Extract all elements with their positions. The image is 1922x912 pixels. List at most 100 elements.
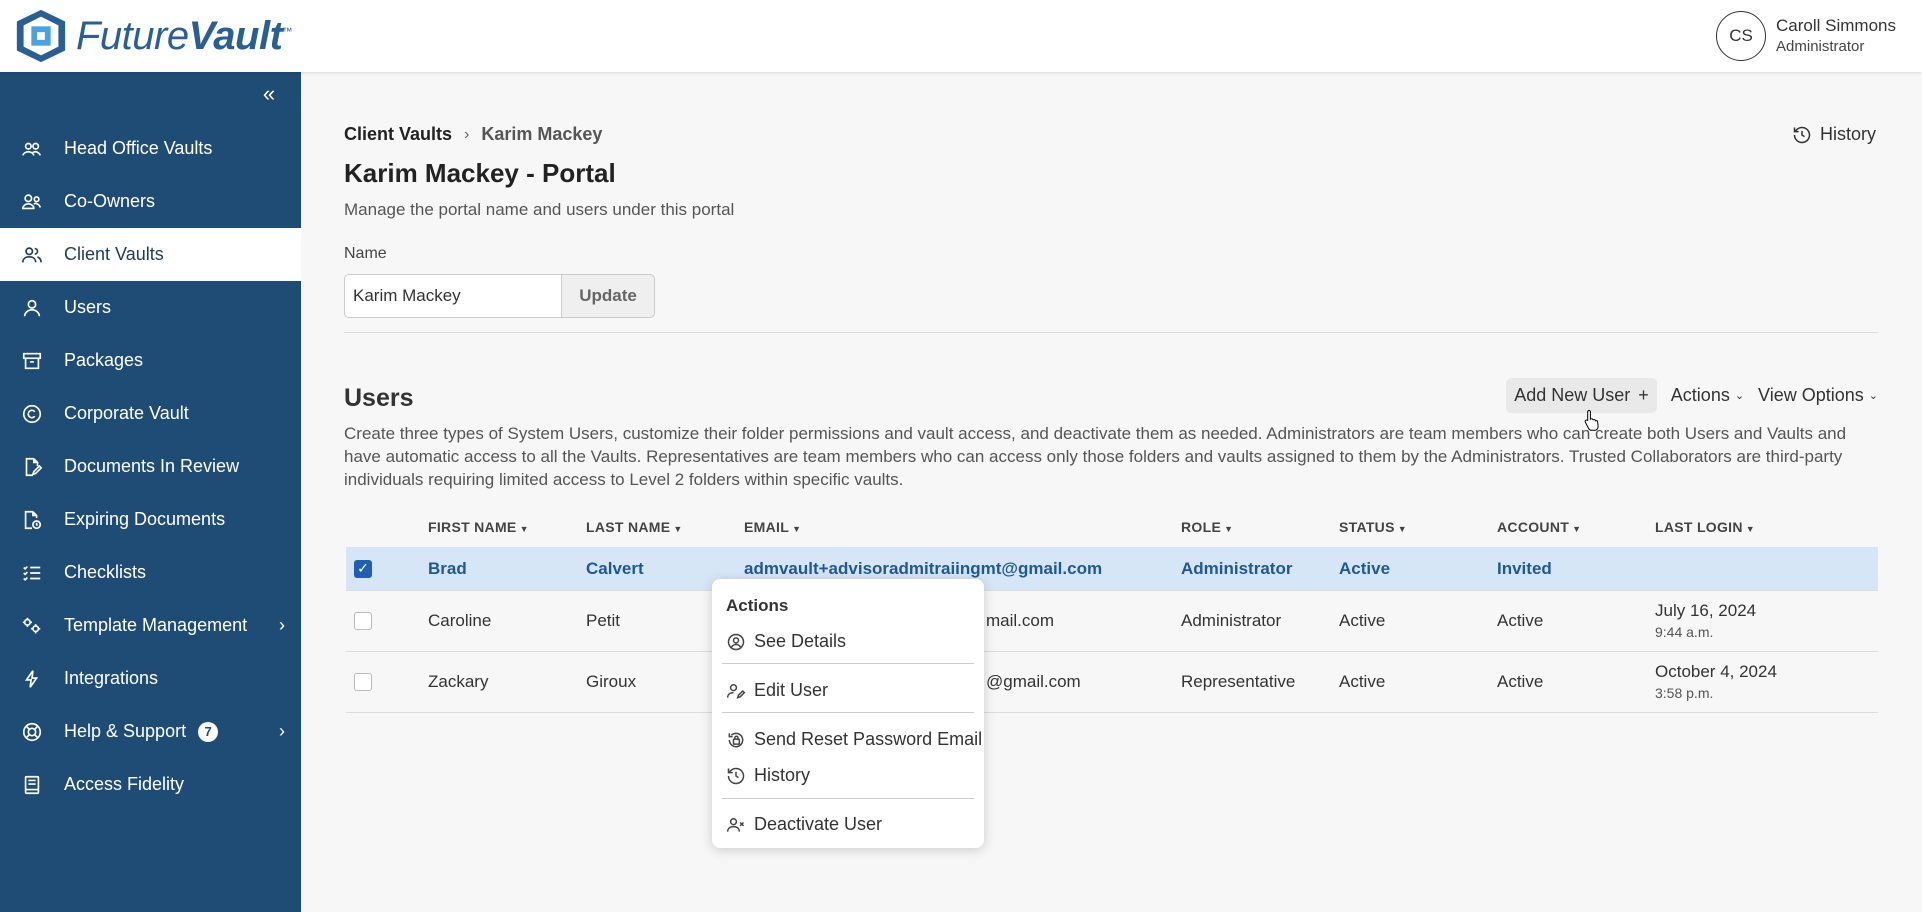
cell-role: Administrator xyxy=(1181,558,1293,578)
sidebar-item-co-owners[interactable]: Co-Owners xyxy=(0,175,301,228)
view-options-label: View Options xyxy=(1758,385,1864,405)
sidebar-item-label: Checklists xyxy=(64,562,147,582)
user-role: Administrator xyxy=(1776,38,1865,55)
cell-email: admvault+advisoradmitraiingmt@gmail.com xyxy=(744,558,1103,578)
table-row[interactable]: Zackary Giroux @gmail.com Representative… xyxy=(346,652,1878,713)
login-time: 9:44 a.m. xyxy=(1655,624,1714,640)
sidebar-item-label: Help & Support xyxy=(64,721,187,741)
checklist-icon xyxy=(20,561,44,585)
add-new-user-label: Add New User xyxy=(1514,385,1631,405)
document-clock-icon xyxy=(20,508,44,532)
sidebar-item-head-office-vaults[interactable]: Head Office Vaults xyxy=(0,122,301,175)
sidebar-item-client-vaults[interactable]: Client Vaults xyxy=(0,228,301,281)
book-icon xyxy=(20,773,44,797)
sidebar-item-expiring-documents[interactable]: Expiring Documents xyxy=(0,493,301,546)
sidebar-item-label: Users xyxy=(64,297,112,317)
sort-caret-icon: ▼ xyxy=(1745,524,1755,534)
sidebar-item-checklists[interactable]: Checklists xyxy=(0,546,301,599)
chevron-right-icon: › xyxy=(464,125,470,143)
table-row[interactable]: ✓ Brad Calvert admvault+advisoradmitraii… xyxy=(346,547,1878,591)
users-description: Create three types of System Users, cust… xyxy=(344,424,1847,489)
logo-wordmark: FutureVault™ xyxy=(76,13,292,58)
login-date: October 4, 2024 xyxy=(1655,662,1777,681)
menu-divider xyxy=(722,663,974,664)
menu-item-deactivate-user[interactable]: Deactivate User xyxy=(726,814,882,835)
column-header-first-name[interactable]: FIRST NAME ▼ xyxy=(428,519,586,535)
sidebar-item-access-fidelity[interactable]: Access Fidelity xyxy=(0,758,301,811)
sort-caret-icon: ▼ xyxy=(519,524,529,534)
sidebar-item-label: Co-Owners xyxy=(64,191,156,211)
menu-item-send-reset-password[interactable]: Send Reset Password Email xyxy=(726,729,982,750)
sidebar-item-users[interactable]: Users xyxy=(0,281,301,334)
column-header-role[interactable]: ROLE ▼ xyxy=(1181,519,1339,535)
view-options-dropdown[interactable]: View Options ⌄ xyxy=(1758,385,1878,406)
lifebuoy-icon xyxy=(20,720,44,744)
column-header-status[interactable]: STATUS ▼ xyxy=(1339,519,1497,535)
copyright-icon xyxy=(20,402,44,426)
avatar: CS xyxy=(1716,11,1767,61)
sidebar-item-packages[interactable]: Packages xyxy=(0,334,301,387)
cell-account: Active xyxy=(1497,611,1544,630)
collapse-sidebar-button[interactable]: « xyxy=(258,83,280,106)
sidebar-item-integrations[interactable]: Integrations xyxy=(0,652,301,705)
document-edit-icon xyxy=(20,455,44,479)
chevron-down-icon: ⌄ xyxy=(1734,390,1745,402)
cell-last-name: Calvert xyxy=(586,558,644,578)
update-button[interactable]: Update xyxy=(561,274,655,318)
cell-first-name: Caroline xyxy=(428,611,492,630)
sidebar-item-documents-in-review[interactable]: Documents In Review xyxy=(0,440,301,493)
portal-name-input[interactable] xyxy=(344,274,561,318)
table-header: FIRST NAME ▼ LAST NAME ▼ EMAIL ▼ ROLE ▼ STAT… xyxy=(346,507,1878,547)
cell-last-login: October 4, 2024 3:58 p.m. xyxy=(1655,661,1855,703)
sidebar-item-corporate-vault[interactable]: Corporate Vault xyxy=(0,387,301,440)
sort-caret-icon: ▼ xyxy=(1572,524,1582,534)
user-profile-menu[interactable]: CS Caroll Simmons Administrator xyxy=(1716,11,1896,61)
co-owners-icon xyxy=(20,190,44,214)
actions-dropdown[interactable]: Actions ⌄ xyxy=(1671,385,1744,406)
actions-label: Actions xyxy=(1670,385,1730,405)
users-toolbar: Add New User + Actions ⌄ View Options ⌄ xyxy=(1506,378,1878,413)
column-header-last-name[interactable]: LAST NAME ▼ xyxy=(586,519,744,535)
menu-item-see-details[interactable]: See Details xyxy=(726,631,846,652)
name-label: Name xyxy=(344,245,387,262)
add-new-user-button[interactable]: Add New User + xyxy=(1506,378,1657,413)
main-content: Client Vaults › Karim Mackey History Kar… xyxy=(301,72,1922,912)
history-button[interactable]: History xyxy=(1792,124,1876,145)
lock-reset-icon xyxy=(728,732,744,747)
history-icon xyxy=(1793,126,1811,143)
client-vaults-icon xyxy=(20,243,44,267)
cell-first-name: Zackary xyxy=(428,672,489,691)
cell-status: Active xyxy=(1339,611,1386,630)
lightning-icon xyxy=(20,667,44,691)
page-title: Karim Mackey - Portal xyxy=(344,158,616,188)
chevron-right-icon: › xyxy=(279,721,285,741)
column-header-email[interactable]: EMAIL ▼ xyxy=(744,519,1181,535)
package-icon xyxy=(20,349,44,373)
row-checkbox[interactable] xyxy=(354,673,372,691)
row-checkbox[interactable] xyxy=(354,612,372,630)
sidebar-item-label: Expiring Documents xyxy=(64,509,226,529)
column-header-account[interactable]: ACCOUNT ▼ xyxy=(1497,519,1655,535)
sidebar-item-help-support[interactable]: Help & Support 7 › xyxy=(0,705,301,758)
sidebar-nav: Head Office Vaults Co-Owners Client Vaul… xyxy=(0,122,301,811)
user-circle-icon xyxy=(727,633,745,650)
table-row[interactable]: Caroline Petit mail.com Administrator Ac… xyxy=(346,591,1878,652)
cell-first-name: Brad xyxy=(428,558,467,578)
breadcrumb: Client Vaults › Karim Mackey xyxy=(344,124,602,145)
menu-item-history[interactable]: History xyxy=(726,765,810,786)
breadcrumb-client-vaults[interactable]: Client Vaults xyxy=(344,124,452,145)
history-icon xyxy=(727,767,745,784)
login-time: 3:58 p.m. xyxy=(1655,685,1714,701)
sidebar-item-template-management[interactable]: Template Management › xyxy=(0,599,301,652)
cell-account: Invited xyxy=(1497,558,1552,578)
column-header-last-login[interactable]: LAST LOGIN ▼ xyxy=(1655,519,1855,535)
row-actions-menu: Actions See Details Edit User Send Reset… xyxy=(712,579,984,848)
row-checkbox[interactable]: ✓ xyxy=(354,559,372,578)
plus-icon: + xyxy=(1638,385,1649,405)
users-section-title: Users xyxy=(344,384,414,412)
futurevault-logo[interactable]: FutureVault™ xyxy=(12,6,292,66)
cell-role: Administrator xyxy=(1181,611,1282,630)
login-date: July 16, 2024 xyxy=(1655,601,1757,620)
sort-caret-icon: ▼ xyxy=(673,524,683,534)
menu-item-edit-user[interactable]: Edit User xyxy=(726,680,828,701)
